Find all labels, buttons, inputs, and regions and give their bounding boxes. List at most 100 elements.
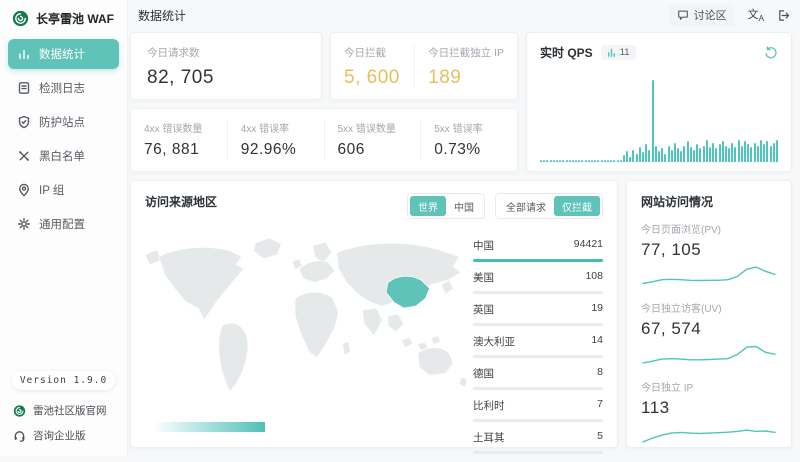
logout-icon[interactable] bbox=[777, 9, 790, 22]
world-map bbox=[139, 229, 475, 407]
sidebar-item[interactable]: 通用配置 bbox=[8, 209, 119, 239]
qps-bar bbox=[719, 144, 721, 162]
qps-bar bbox=[629, 157, 631, 162]
qps-bar bbox=[696, 144, 698, 162]
blocked-value: 5, 600 bbox=[344, 67, 401, 89]
main-area: 数据统计 讨论区 文A 今日请求数 82, 705 今日拦截 5, 600 bbox=[128, 0, 800, 456]
toggle-blocked-only[interactable]: 仅拦截 bbox=[554, 196, 600, 216]
qps-bar bbox=[655, 146, 657, 162]
qps-bar bbox=[722, 141, 724, 162]
toggle-china[interactable]: 中国 bbox=[446, 196, 482, 216]
toggle-world[interactable]: 世界 bbox=[410, 196, 446, 216]
qps-bar bbox=[623, 155, 625, 162]
qps-bar bbox=[613, 160, 615, 162]
qps-bar bbox=[620, 160, 622, 162]
site-metric: 今日独立访客(UV) 67, 574 bbox=[641, 300, 777, 368]
qps-bar bbox=[543, 160, 545, 162]
map-gradient-legend bbox=[153, 422, 265, 432]
country-name: 土耳其 bbox=[473, 430, 505, 445]
site-metric-value: 113 bbox=[641, 398, 777, 418]
sidebar-item-label: 数据统计 bbox=[39, 46, 85, 62]
sidebar-item[interactable]: 防护站点 bbox=[8, 107, 119, 137]
country-bar bbox=[473, 419, 603, 422]
qps-bar bbox=[556, 160, 558, 162]
qps-bar bbox=[734, 147, 736, 162]
error-stat: 5xx 错误率 0.73% bbox=[420, 120, 517, 160]
qps-bar bbox=[626, 151, 628, 162]
sidebar-link-label: 咨询企业版 bbox=[33, 428, 86, 443]
country-value: 94421 bbox=[574, 238, 603, 253]
qps-bar bbox=[747, 144, 749, 162]
blocked-ip-value: 189 bbox=[428, 67, 504, 89]
sidebar-item[interactable]: IP 组 bbox=[8, 175, 119, 205]
qps-bar bbox=[604, 160, 606, 162]
qps-bar bbox=[642, 152, 644, 162]
qps-bar bbox=[632, 150, 634, 162]
forum-button[interactable]: 讨论区 bbox=[669, 4, 735, 26]
qps-badge-value: 11 bbox=[620, 47, 630, 58]
qps-bar bbox=[687, 141, 689, 162]
blackwhite-list-icon bbox=[17, 149, 31, 163]
sidebar-link[interactable]: 咨询企业版 bbox=[12, 423, 115, 448]
country-bar bbox=[473, 387, 603, 390]
chat-icon bbox=[677, 9, 689, 21]
map-card: 访问来源地区 世界 中国 全部请求 仅拦截 bbox=[130, 180, 618, 448]
site-metric-value: 67, 574 bbox=[641, 319, 777, 339]
sidebar-item-label: 检测日志 bbox=[39, 80, 85, 96]
site-metric-label: 今日页面浏览(PV) bbox=[641, 221, 777, 236]
sidebar-item[interactable]: 数据统计 bbox=[8, 39, 119, 69]
qps-bar bbox=[766, 141, 768, 162]
qps-bar bbox=[578, 160, 580, 162]
qps-bar bbox=[703, 146, 705, 162]
requests-card: 今日请求数 82, 705 bbox=[130, 32, 322, 100]
toggle-all-requests[interactable]: 全部请求 bbox=[498, 196, 554, 216]
sidebar-item-label: 黑白名单 bbox=[39, 148, 85, 164]
sidebar-link[interactable]: 雷池社区版官网 bbox=[12, 398, 115, 423]
error-stat-value: 76, 881 bbox=[144, 141, 214, 159]
sidebar-footer: Version 1.9.0 雷池社区版官网 咨询企业版 bbox=[0, 371, 127, 448]
qps-bar bbox=[594, 160, 596, 162]
qps-bar bbox=[559, 160, 561, 162]
filter-toggle: 全部请求 仅拦截 bbox=[495, 193, 603, 219]
error-stat-label: 5xx 错误数量 bbox=[338, 120, 408, 135]
qps-bar bbox=[680, 151, 682, 162]
qps-bar bbox=[639, 147, 641, 162]
country-row: 澳大利亚 14 bbox=[473, 334, 603, 358]
site-metric-label: 今日独立 IP bbox=[641, 379, 777, 394]
country-bar bbox=[473, 259, 603, 262]
qps-bar bbox=[706, 140, 708, 162]
qps-bar bbox=[671, 150, 673, 162]
site-metric-label: 今日独立访客(UV) bbox=[641, 300, 777, 315]
qps-bar bbox=[683, 146, 685, 162]
qps-bar bbox=[553, 160, 555, 162]
region-toggle: 世界 中国 bbox=[407, 193, 485, 219]
qps-chart bbox=[540, 78, 779, 162]
qps-bar bbox=[550, 160, 552, 162]
sidebar-item[interactable]: 黑白名单 bbox=[8, 141, 119, 171]
error-stat-label: 4xx 错误数量 bbox=[144, 120, 214, 135]
country-bar bbox=[473, 323, 603, 326]
error-stat: 4xx 错误率 92.96% bbox=[227, 120, 324, 160]
blocked-card: 今日拦截 5, 600 今日拦截独立 IP 189 bbox=[330, 32, 518, 100]
errors-card: 4xx 错误数量 76, 881 4xx 错误率 92.96% 5xx 错误数量… bbox=[130, 108, 518, 172]
qps-bar bbox=[677, 148, 679, 162]
qps-bar bbox=[712, 143, 714, 162]
sidebar-item-label: IP 组 bbox=[39, 182, 64, 198]
qps-bar bbox=[581, 160, 583, 162]
qps-bar bbox=[648, 150, 650, 162]
site-metric: 今日页面浏览(PV) 77, 105 bbox=[641, 221, 777, 289]
qps-bar bbox=[572, 160, 574, 162]
error-stat-value: 0.73% bbox=[434, 141, 504, 159]
history-icon[interactable] bbox=[764, 46, 778, 60]
ip-pin-icon bbox=[17, 183, 31, 197]
qps-bar bbox=[668, 146, 670, 162]
error-stat: 5xx 错误数量 606 bbox=[324, 120, 421, 160]
sidebar-menu: 数据统计 检测日志 防护站点 黑白名单 IP 组 bbox=[0, 35, 127, 243]
site-stats-title: 网站访问情况 bbox=[641, 193, 777, 210]
site-metric-value: 77, 105 bbox=[641, 240, 777, 260]
map-title: 访问来源地区 bbox=[145, 193, 217, 210]
translate-icon[interactable]: 文A bbox=[748, 6, 764, 23]
sidebar-item[interactable]: 检测日志 bbox=[8, 73, 119, 103]
qps-bar bbox=[770, 146, 772, 162]
topbar: 数据统计 讨论区 文A bbox=[128, 0, 800, 30]
